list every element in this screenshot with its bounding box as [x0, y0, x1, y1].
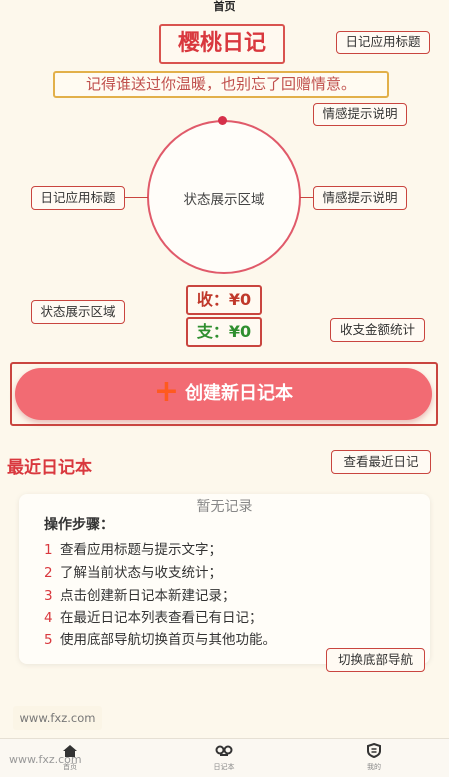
watermark: www.fxz.com [13, 706, 102, 730]
income-stat: 收：¥0 [186, 285, 262, 315]
connector-line [124, 197, 148, 198]
status-area-label: 状态展示区域 [183, 192, 265, 208]
annotation-app-title: 日记应用标题 [336, 31, 430, 54]
badge-icon [367, 742, 381, 759]
connector-line [300, 197, 314, 198]
tab-profile[interactable]: 我的 [344, 742, 404, 772]
app-title: 樱桃日记 [159, 24, 285, 64]
watermark-bottom: www.fxz.com [9, 753, 82, 766]
expense-stat: 支：¥0 [186, 317, 262, 347]
annotation-stats: 收支金额统计 [330, 318, 425, 342]
list-item: 4 在最近日记本列表查看已有日记； [44, 610, 263, 626]
annotation-recent: 查看最近日记 [331, 450, 431, 474]
annotation-nav: 切换底部导航 [326, 648, 425, 672]
list-item: 5 使用底部导航切换首页与其他功能。 [44, 632, 276, 648]
list-item: 2 了解当前状态与收支统计； [44, 565, 222, 581]
steps-title: 操作步骤： [44, 517, 114, 533]
list-item: 1 查看应用标题与提示文字； [44, 542, 222, 558]
page-title: 首页 [213, 0, 236, 13]
progress-dot-icon [218, 116, 227, 125]
tape-icon [215, 745, 233, 756]
plus-icon: + [153, 374, 180, 409]
subtitle-text: 记得谁送过你温暖，也别忘了回赠情意。 [53, 71, 389, 98]
recent-section-title: 最近日记本 [7, 458, 92, 478]
tab-notebook[interactable]: 日记本 [194, 743, 254, 772]
annotation-left: 日记应用标题 [31, 186, 125, 210]
create-button-label: 创建新日记本 [185, 383, 294, 404]
list-item: 3 点击创建新日记本新建记录； [44, 588, 236, 604]
create-notebook-button[interactable]: + 创建新日记本 [15, 368, 432, 420]
annotation-status-area: 状态展示区域 [31, 300, 125, 324]
annotation-emotion-top: 情感提示说明 [313, 103, 407, 126]
annotation-right: 情感提示说明 [313, 186, 407, 210]
empty-state-text: 暂无记录 [196, 499, 253, 515]
